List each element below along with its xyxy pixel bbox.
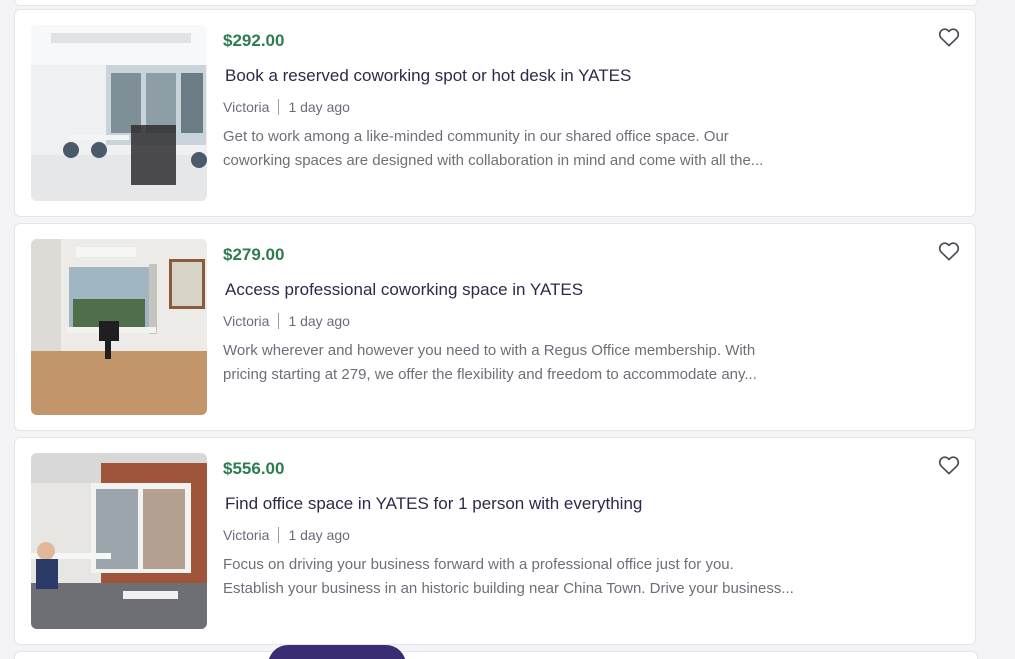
previous-listing-card-edge bbox=[14, 0, 978, 6]
listings-page: $292.00 Book a reserved coworking spot o… bbox=[0, 0, 1015, 659]
listing-description-line: coworking spaces are designed with colla… bbox=[223, 152, 764, 169]
listing-card[interactable]: $556.00 Find office space in YATES for 1… bbox=[14, 437, 976, 645]
listing-photo[interactable] bbox=[31, 453, 207, 629]
listing-description-line: Get to work among a like-minded communit… bbox=[223, 128, 729, 145]
listing-posted-time: 1 day ago bbox=[288, 99, 350, 115]
listing-description: Get to work among a like-minded communit… bbox=[223, 125, 823, 173]
floating-action-button[interactable] bbox=[268, 645, 406, 659]
heart-outline-icon[interactable] bbox=[938, 455, 960, 475]
listing-photo[interactable] bbox=[31, 25, 207, 201]
listing-description-line: Work wherever and however you need to wi… bbox=[223, 342, 756, 359]
heart-outline-icon[interactable] bbox=[938, 27, 960, 47]
meta-divider bbox=[278, 527, 280, 543]
next-listing-card-edge bbox=[14, 651, 978, 659]
heart-outline-icon[interactable] bbox=[938, 241, 960, 261]
listing-title[interactable]: Book a reserved coworking spot or hot de… bbox=[225, 66, 631, 86]
listing-description-line: Establish your business in an historic b… bbox=[223, 580, 794, 597]
listing-price: $279.00 bbox=[223, 245, 285, 264]
listing-location: Victoria bbox=[223, 313, 270, 329]
listing-price: $556.00 bbox=[223, 459, 285, 478]
listing-location: Victoria bbox=[223, 99, 270, 115]
listing-meta: Victoria 1 day ago bbox=[223, 527, 350, 543]
listing-photo[interactable] bbox=[31, 239, 207, 415]
listing-description-line: pricing starting at 279, we offer the fl… bbox=[223, 366, 757, 383]
listing-posted-time: 1 day ago bbox=[288, 313, 350, 329]
meta-divider bbox=[278, 313, 280, 329]
listing-title[interactable]: Access professional coworking space in Y… bbox=[225, 280, 583, 300]
meta-divider bbox=[278, 99, 280, 115]
listing-location: Victoria bbox=[223, 527, 270, 543]
listing-description: Focus on driving your business forward w… bbox=[223, 553, 823, 601]
listing-title[interactable]: Find office space in YATES for 1 person … bbox=[225, 494, 642, 514]
listing-description-line: Focus on driving your business forward w… bbox=[223, 556, 734, 573]
listing-meta: Victoria 1 day ago bbox=[223, 99, 350, 115]
listing-posted-time: 1 day ago bbox=[288, 527, 350, 543]
listing-description: Work wherever and however you need to wi… bbox=[223, 339, 823, 387]
listing-meta: Victoria 1 day ago bbox=[223, 313, 350, 329]
listing-card[interactable]: $292.00 Book a reserved coworking spot o… bbox=[14, 9, 976, 217]
listing-card[interactable]: $279.00 Access professional coworking sp… bbox=[14, 223, 976, 431]
listing-price: $292.00 bbox=[223, 31, 285, 50]
